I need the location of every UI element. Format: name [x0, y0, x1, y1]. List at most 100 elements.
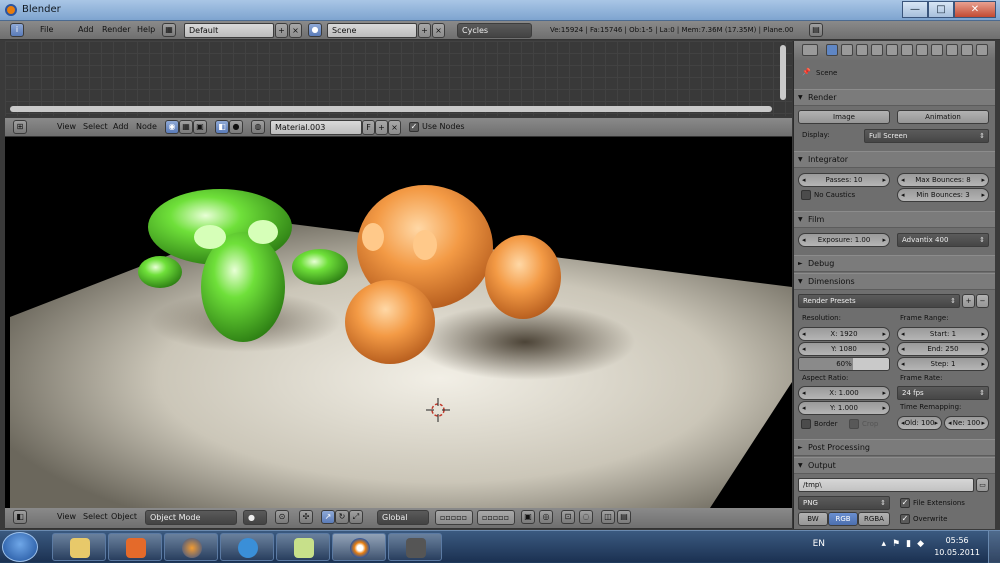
render-panel-header[interactable]: Render — [794, 89, 995, 106]
node-menu-select[interactable]: Select — [83, 122, 108, 131]
overwrite-checkbox[interactable]: ✓ — [900, 514, 910, 524]
scene-icon[interactable]: ● — [308, 23, 322, 37]
node-menu-view[interactable]: View — [57, 122, 76, 131]
minimize-button[interactable]: — — [902, 1, 928, 18]
taskbar-firefox[interactable] — [164, 533, 218, 561]
render-context-icon[interactable] — [826, 44, 838, 56]
folder-browse-icon[interactable]: ▭ — [976, 478, 989, 492]
render-viewport[interactable] — [5, 137, 792, 508]
scene-field[interactable]: Scene — [327, 23, 417, 38]
clock[interactable]: 05:56 10.05.2011 — [934, 535, 980, 559]
aspect-y-field[interactable]: Y: 1.000 — [798, 401, 890, 415]
remove-preset-button[interactable]: − — [976, 294, 989, 308]
translate-manipulator-icon[interactable]: ↗ — [321, 510, 335, 524]
render-animation-icon[interactable]: ▤ — [617, 510, 631, 524]
node-menu-node[interactable]: Node — [136, 122, 157, 131]
add-scene-button[interactable]: + — [418, 23, 431, 38]
layers-group-1[interactable]: ▫▫▫▫▫ — [435, 510, 473, 525]
compositing-nodes-icon[interactable]: ▣ — [193, 120, 207, 134]
node-editor-vscrollbar[interactable] — [780, 45, 786, 100]
add-screen-button[interactable]: + — [275, 23, 288, 38]
film-panel-header[interactable]: Film — [794, 211, 995, 228]
view3d-menu-select[interactable]: Select — [83, 512, 108, 521]
taskbar-internet-explorer[interactable] — [220, 533, 274, 561]
render-image-button[interactable]: Image — [798, 110, 890, 124]
physics-context-icon[interactable] — [976, 44, 988, 56]
max-bounces-field[interactable]: Max Bounces: 8 — [897, 173, 989, 187]
display-select[interactable]: Full Screen — [864, 129, 989, 143]
layers-group-2[interactable]: ▫▫▫▫▫ — [477, 510, 515, 525]
texture-nodes-icon[interactable]: ▦ — [179, 120, 193, 134]
screen-layout-icon[interactable]: ▦ — [162, 23, 176, 37]
dimensions-panel-header[interactable]: Dimensions — [794, 273, 995, 290]
frame-rate-select[interactable]: 24 fps — [897, 386, 989, 400]
resolution-x-field[interactable]: X: 1920 — [798, 327, 890, 341]
render-presets-select[interactable]: Render Presets — [798, 294, 960, 308]
constraints-context-icon[interactable] — [886, 44, 898, 56]
close-button[interactable]: ✕ — [954, 1, 996, 18]
node-menu-add[interactable]: Add — [113, 122, 129, 131]
props-editor-type-icon[interactable] — [802, 44, 818, 56]
output-panel-header[interactable]: Output — [794, 457, 995, 474]
modifiers-context-icon[interactable] — [901, 44, 913, 56]
particles-context-icon[interactable] — [961, 44, 973, 56]
frame-step-field[interactable]: Step: 1 — [897, 357, 989, 371]
fake-user-button[interactable]: F — [362, 120, 375, 135]
taskbar-blender[interactable] — [332, 533, 386, 561]
snap-icon[interactable]: ◎ — [539, 510, 553, 524]
render-still-icon[interactable]: ◫ — [601, 510, 615, 524]
world-context-icon[interactable] — [856, 44, 868, 56]
material-field[interactable]: Material.003 — [270, 120, 362, 135]
time-new-field[interactable]: Ne: 100 — [944, 416, 989, 430]
show-desktop-button[interactable] — [988, 531, 1000, 563]
editor-type-node-icon[interactable]: ⊞ — [13, 120, 27, 134]
time-old-field[interactable]: Old: 100 — [897, 416, 942, 430]
object-context-icon[interactable] — [871, 44, 883, 56]
output-format-select[interactable]: PNG — [798, 496, 890, 510]
menu-add[interactable]: Add — [78, 25, 94, 34]
menu-help[interactable]: Help — [137, 25, 155, 34]
remove-scene-button[interactable]: × — [432, 23, 445, 38]
screen-layout-field[interactable]: Default — [184, 23, 274, 38]
add-material-button[interactable]: + — [375, 120, 388, 135]
shader-nodes-icon[interactable]: ◉ — [165, 120, 179, 134]
lock-camera-icon[interactable]: ▣ — [521, 510, 535, 524]
material-context-icon[interactable] — [931, 44, 943, 56]
system-tray-icons[interactable]: ▴⚑▮◆ — [882, 539, 930, 549]
rotate-manipulator-icon[interactable]: ↻ — [335, 510, 349, 524]
mode-select[interactable]: Object Mode — [145, 510, 237, 525]
pivot-point-icon[interactable]: ⊙ — [275, 510, 289, 524]
node-editor-hscrollbar[interactable] — [10, 106, 772, 112]
resolution-y-field[interactable]: Y: 1080 — [798, 342, 890, 356]
taskbar-camera[interactable] — [388, 533, 442, 561]
taskbar-notes[interactable] — [276, 533, 330, 561]
color-bw-button[interactable]: BW — [798, 512, 828, 526]
language-indicator[interactable]: EN — [813, 539, 825, 549]
use-nodes-checkbox[interactable]: ✓ — [409, 122, 419, 132]
3d-cursor-icon[interactable] — [426, 398, 450, 422]
color-rgba-button[interactable]: RGBA — [858, 512, 890, 526]
node-editor-canvas[interactable] — [5, 41, 792, 116]
integrator-panel-header[interactable]: Integrator — [794, 151, 995, 168]
output-path-field[interactable]: /tmp\ — [798, 478, 974, 492]
debug-panel-header[interactable]: Debug — [794, 255, 995, 272]
snap-element-icon[interactable]: ⊡ — [561, 510, 575, 524]
file-extensions-checkbox[interactable]: ✓ — [900, 498, 910, 508]
color-rgb-button[interactable]: RGB — [828, 512, 858, 526]
view3d-menu-view[interactable]: View — [57, 512, 76, 521]
scene-context-icon[interactable] — [841, 44, 853, 56]
pin-icon[interactable]: 📌 — [802, 68, 811, 76]
frame-start-field[interactable]: Start: 1 — [897, 327, 989, 341]
post-processing-panel-header[interactable]: Post Processing — [794, 439, 995, 456]
world-shading-icon[interactable]: ● — [229, 120, 243, 134]
border-checkbox[interactable] — [801, 419, 811, 429]
film-response-select[interactable]: Advantix 400 — [897, 233, 989, 247]
exposure-field[interactable]: Exposure: 1.00 — [798, 233, 890, 247]
remove-screen-button[interactable]: × — [289, 23, 302, 38]
editor-type-info-icon[interactable]: i — [10, 23, 24, 37]
render-animation-button[interactable]: Animation — [897, 110, 989, 124]
min-bounces-field[interactable]: Min Bounces: 3 — [897, 188, 989, 202]
crop-checkbox[interactable] — [849, 419, 859, 429]
data-context-icon[interactable] — [916, 44, 928, 56]
maximize-button[interactable]: □ — [928, 1, 954, 18]
